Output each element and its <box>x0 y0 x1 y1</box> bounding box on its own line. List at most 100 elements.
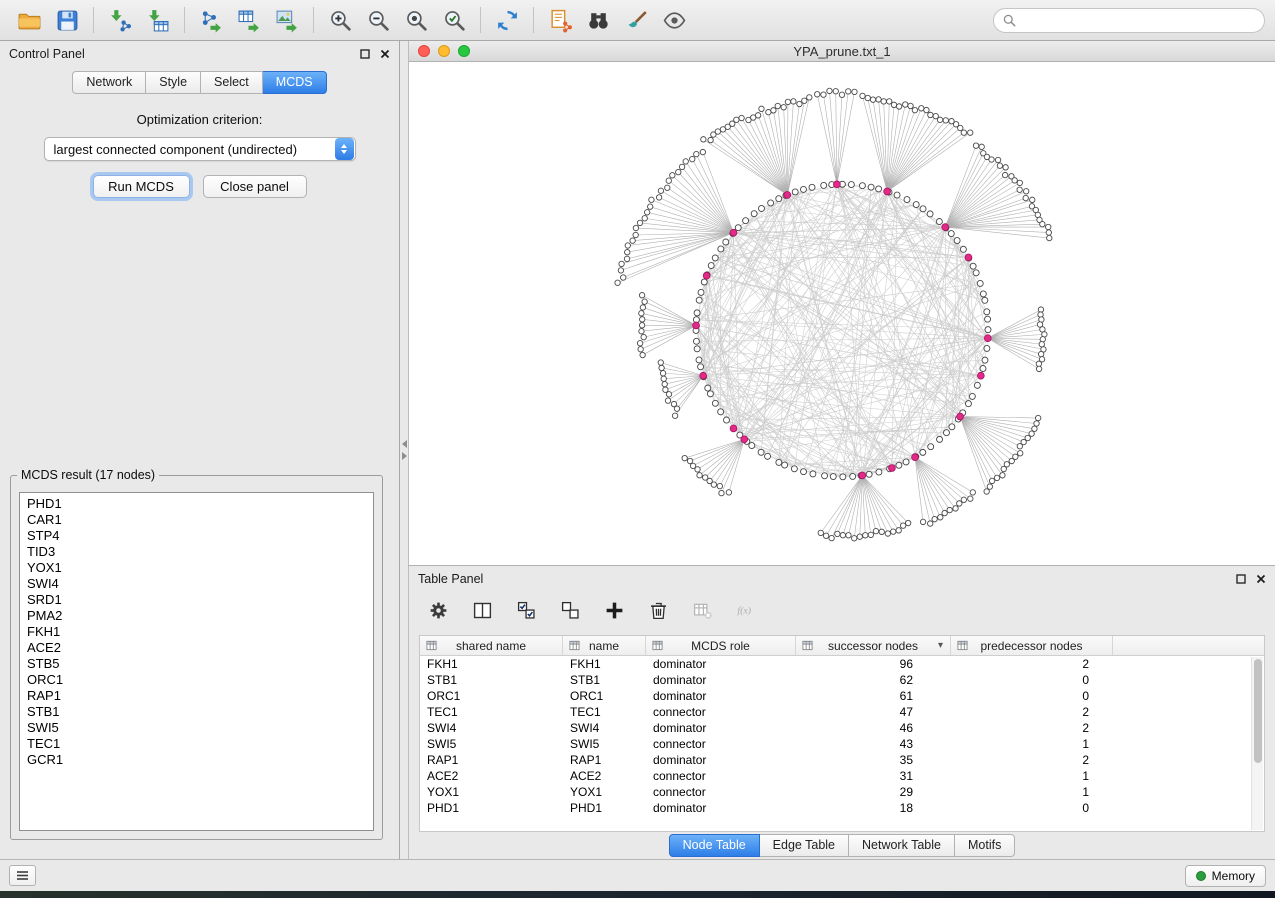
table-row[interactable]: SWI5SWI5connector431 <box>420 736 1264 752</box>
main-area: Control Panel NetworkStyleSelectMCDS Opt… <box>0 41 1275 859</box>
mcds-result-item[interactable]: STB1 <box>20 704 373 720</box>
collapse-right-icon[interactable] <box>402 452 407 460</box>
window-zoom-button[interactable] <box>458 45 470 57</box>
column-header[interactable]: successor nodes▾ <box>796 636 951 655</box>
mcds-result-item[interactable]: SRD1 <box>20 592 373 608</box>
window-minimize-button[interactable] <box>438 45 450 57</box>
table-row[interactable]: PHD1PHD1dominator180 <box>420 800 1264 816</box>
delete-column-button[interactable] <box>645 600 672 627</box>
clone-network-button[interactable] <box>541 4 579 36</box>
table-cell-shared_name: RAP1 <box>420 753 563 767</box>
mcds-result-item[interactable]: PMA2 <box>20 608 373 624</box>
table-row[interactable]: SWI4SWI4dominator462 <box>420 720 1264 736</box>
table-scrollbar[interactable] <box>1251 657 1263 830</box>
column-header-label: name <box>589 639 619 653</box>
refresh-layout-button[interactable] <box>488 4 526 36</box>
table-settings-button[interactable] <box>425 600 452 627</box>
open-file-button[interactable] <box>10 4 48 36</box>
mcds-result-item[interactable]: TEC1 <box>20 736 373 752</box>
control-tab-network[interactable]: Network <box>72 71 146 94</box>
create-column-button[interactable] <box>601 600 628 627</box>
column-header[interactable]: predecessor nodes <box>951 636 1113 655</box>
zoom-fit-button[interactable] <box>397 4 435 36</box>
scrollbar-thumb[interactable] <box>1254 659 1262 763</box>
table-row[interactable]: TEC1TEC1connector472 <box>420 704 1264 720</box>
column-visibility-button[interactable] <box>469 600 496 627</box>
column-header-filler <box>1113 636 1264 655</box>
close-mcds-panel-button[interactable]: Close panel <box>203 175 307 198</box>
criterion-dropdown[interactable]: largest connected component (undirected) <box>44 137 356 161</box>
toolbar-separator <box>313 7 314 33</box>
table-delete-icon <box>692 600 713 626</box>
table-row[interactable]: STB1STB1dominator620 <box>420 672 1264 688</box>
mcds-result-list[interactable]: PHD1CAR1STP4TID3YOX1SWI4SRD1PMA2FKH1ACE2… <box>19 492 374 831</box>
close-panel-icon[interactable] <box>380 49 390 59</box>
mcds-result-item[interactable]: ORC1 <box>20 672 373 688</box>
window-close-button[interactable] <box>418 45 430 57</box>
control-tab-style[interactable]: Style <box>146 71 201 94</box>
table-row[interactable]: ACE2ACE2connector311 <box>420 768 1264 784</box>
import-network-button[interactable] <box>101 4 139 36</box>
mcds-result-item[interactable]: TID3 <box>20 544 373 560</box>
mcds-result-item[interactable]: SWI5 <box>20 720 373 736</box>
search-input[interactable] <box>1022 13 1255 27</box>
mcds-result-item[interactable]: ACE2 <box>20 640 373 656</box>
find-button[interactable] <box>579 4 617 36</box>
select-all-rows-button[interactable] <box>513 600 540 627</box>
float-panel-icon[interactable] <box>360 49 370 59</box>
table-row[interactable]: FKH1FKH1dominator962 <box>420 656 1264 672</box>
export-network-button[interactable] <box>192 4 230 36</box>
table-cell-predecessor_nodes: 0 <box>951 673 1113 687</box>
table-toolbar: f(x) <box>409 591 1275 635</box>
memory-button[interactable]: Memory <box>1185 865 1266 887</box>
table-tab-motifs[interactable]: Motifs <box>955 834 1015 857</box>
mcds-result-item[interactable]: RAP1 <box>20 688 373 704</box>
collapse-left-icon[interactable] <box>402 440 407 448</box>
close-table-panel-icon[interactable] <box>1256 574 1266 584</box>
zoom-in-button[interactable] <box>321 4 359 36</box>
search-box[interactable] <box>993 8 1265 33</box>
export-image-button[interactable] <box>268 4 306 36</box>
mcds-result-item[interactable]: FKH1 <box>20 624 373 640</box>
table-cell-shared_name: YOX1 <box>420 785 563 799</box>
table-cell-successor_nodes: 31 <box>796 769 951 783</box>
mcds-result-item[interactable]: YOX1 <box>20 560 373 576</box>
zoom-selected-button[interactable] <box>435 4 473 36</box>
table-row[interactable]: YOX1YOX1connector291 <box>420 784 1264 800</box>
control-tab-select[interactable]: Select <box>201 71 263 94</box>
table-row[interactable]: ORC1ORC1dominator610 <box>420 688 1264 704</box>
column-header-label: predecessor nodes <box>980 639 1082 653</box>
table-tab-node-table[interactable]: Node Table <box>669 834 760 857</box>
column-header[interactable]: shared name <box>420 636 563 655</box>
column-header[interactable]: MCDS role <box>646 636 796 655</box>
dropdown-stepper-icon <box>335 138 354 160</box>
save-session-button[interactable] <box>48 4 86 36</box>
export-table-button[interactable] <box>230 4 268 36</box>
mcds-result-item[interactable]: SWI4 <box>20 576 373 592</box>
panel-splitter[interactable] <box>400 41 408 859</box>
toggle-details-button[interactable] <box>655 4 693 36</box>
zoom-out-button[interactable] <box>359 4 397 36</box>
table-cell-mcds_role: connector <box>646 769 796 783</box>
column-header[interactable]: name <box>563 636 646 655</box>
apply-style-button[interactable] <box>617 4 655 36</box>
control-tab-mcds[interactable]: MCDS <box>263 71 327 94</box>
float-table-panel-icon[interactable] <box>1236 574 1246 584</box>
mcds-result-item[interactable]: STP4 <box>20 528 373 544</box>
table-header-row: shared name name MCDS rolesuccessor nodes▾… <box>420 636 1264 656</box>
import-table-button[interactable] <box>139 4 177 36</box>
table-tab-network-table[interactable]: Network Table <box>849 834 955 857</box>
table-tab-edge-table[interactable]: Edge Table <box>760 834 849 857</box>
run-mcds-button[interactable]: Run MCDS <box>93 175 190 198</box>
network-graph[interactable] <box>409 62 1275 565</box>
table-cell-predecessor_nodes: 1 <box>951 737 1113 751</box>
panel-menu-button[interactable] <box>9 865 36 886</box>
mcds-result-item[interactable]: PHD1 <box>20 496 373 512</box>
mcds-result-item[interactable]: CAR1 <box>20 512 373 528</box>
table-row[interactable]: RAP1RAP1dominator352 <box>420 752 1264 768</box>
deselect-all-rows-button[interactable] <box>557 600 584 627</box>
network-canvas[interactable] <box>409 62 1275 565</box>
mcds-result-item[interactable]: STB5 <box>20 656 373 672</box>
network-window-titlebar[interactable]: YPA_prune.txt_1 <box>409 41 1275 62</box>
mcds-result-item[interactable]: GCR1 <box>20 752 373 768</box>
